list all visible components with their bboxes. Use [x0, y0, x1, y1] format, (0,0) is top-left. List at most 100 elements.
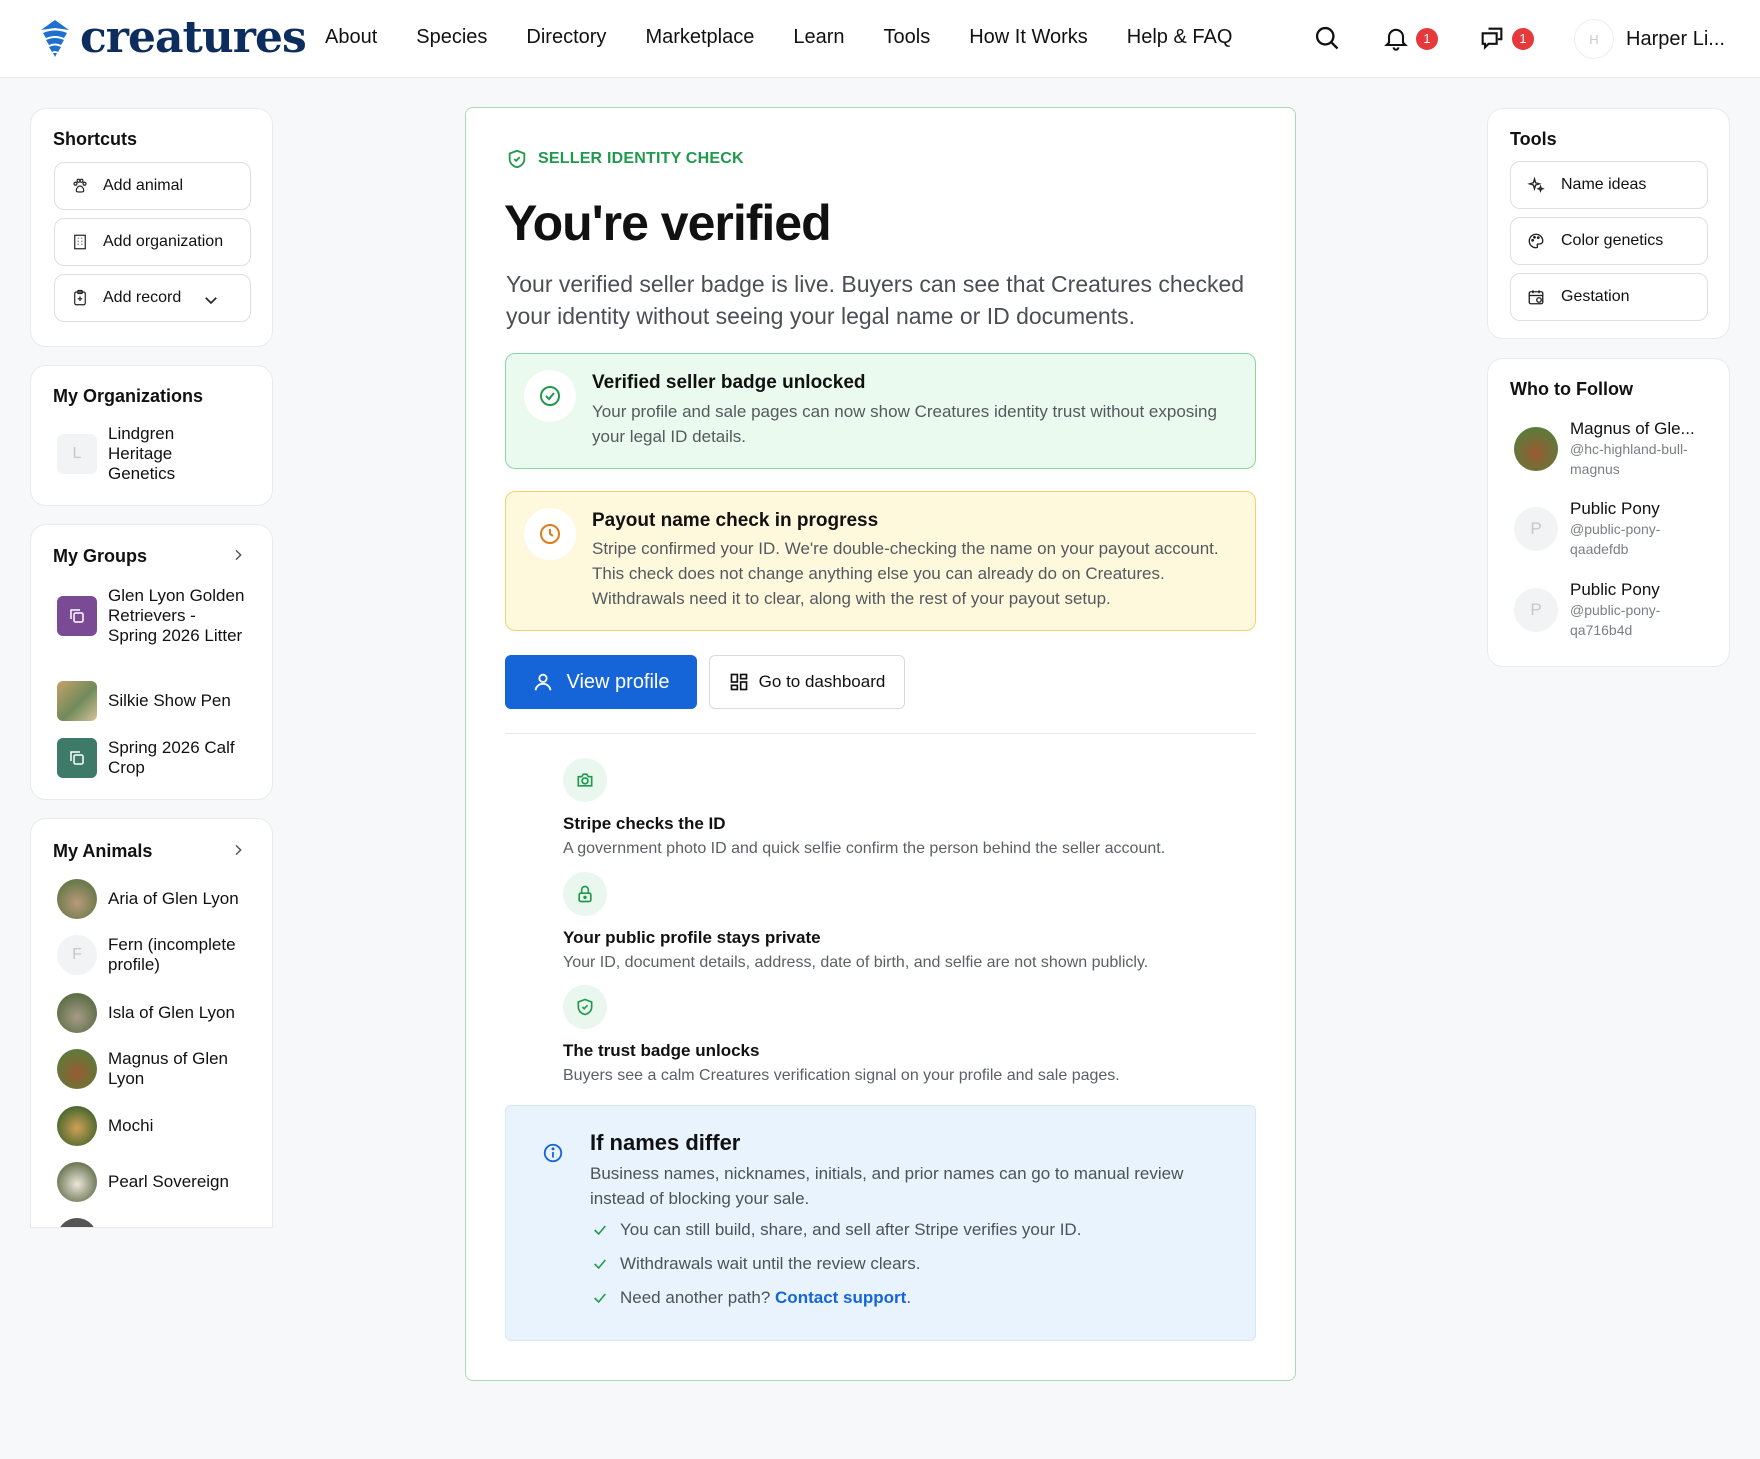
animal-avatar — [57, 1218, 97, 1227]
info-title: If names differ — [590, 1130, 741, 1155]
nav-how-it-works[interactable]: How It Works — [969, 26, 1088, 49]
page-title: You're verified — [504, 195, 832, 251]
follow-avatar: P — [1514, 588, 1558, 632]
pending-body: Stripe confirmed your ID. We're double-c… — [592, 539, 1219, 608]
group-item[interactable]: Spring 2026 Calf Crop — [57, 738, 248, 778]
animals-card: My Animals Aria of Glen Lyon F Fern (inc… — [30, 818, 273, 1228]
name-ideas-button[interactable]: Name ideas — [1510, 161, 1708, 209]
gestation-button[interactable]: Gestation — [1510, 273, 1708, 321]
group-name: Glen Lyon Golden Retrievers - Spring 202… — [108, 586, 245, 645]
nav-about[interactable]: About — [325, 26, 377, 49]
tools-card: Tools Name ideas Color genetics Gestatio… — [1487, 108, 1730, 339]
animal-item[interactable]: Aria of Glen Lyon — [57, 879, 239, 919]
brand-logo[interactable]: creatures — [38, 12, 307, 63]
pending-title: Payout name check in progress — [592, 510, 879, 531]
organizations-card: My Organizations L Lindgren Heritage Gen… — [30, 365, 273, 506]
animal-item[interactable] — [57, 1218, 97, 1227]
step-title: The trust badge unlocks — [563, 1041, 760, 1060]
step-body: Your ID, document details, address, date… — [563, 954, 1149, 971]
animal-name: Fern (incomplete profile) — [108, 935, 236, 974]
color-genetics-button[interactable]: Color genetics — [1510, 217, 1708, 265]
dashboard-icon — [730, 673, 748, 691]
chevron-down-icon[interactable] — [202, 291, 220, 309]
go-to-dashboard-button[interactable]: Go to dashboard — [709, 655, 905, 709]
nav-learn[interactable]: Learn — [793, 26, 844, 49]
org-name: Lindgren Heritage Genetics — [108, 424, 176, 483]
follow-item[interactable]: Magnus of Gle... @hc-highland-bull-magnu… — [1514, 419, 1710, 479]
kicker-label: SELLER IDENTITY CHECK — [538, 150, 744, 167]
add-organization-button[interactable]: Add organization — [54, 218, 251, 266]
contact-support-link[interactable]: Contact support — [775, 1288, 906, 1308]
messages-badge: 1 — [1512, 28, 1534, 50]
bell-icon — [1384, 28, 1408, 51]
user-icon — [535, 673, 552, 691]
follow-text: Public Pony @public-pony-qa716b4d — [1570, 580, 1680, 640]
search-button[interactable] — [1313, 24, 1345, 56]
info-check-text: You can still build, share, and sell aft… — [620, 1220, 1082, 1239]
brand-name: creatures — [80, 12, 307, 63]
animal-item[interactable]: Magnus of Glen Lyon — [57, 1049, 248, 1089]
step-icon-wrap — [563, 872, 607, 916]
clipboard-icon — [74, 289, 86, 306]
step-icon-wrap — [563, 758, 607, 802]
shortcuts-title: Shortcuts — [53, 129, 138, 149]
chevron-right-icon[interactable] — [230, 547, 246, 563]
add-organization-label: Add organization — [103, 233, 224, 250]
follow-name: Public Pony — [1570, 499, 1660, 518]
kicker: SELLER IDENTITY CHECK — [506, 148, 744, 170]
step-body: Buyers see a calm Creatures verification… — [563, 1067, 1120, 1084]
user-menu[interactable]: H Harper Li... — [1574, 19, 1725, 59]
lock-icon — [578, 885, 592, 903]
logo-mark-icon — [41, 19, 69, 57]
nav-help-faq[interactable]: Help & FAQ — [1127, 26, 1233, 49]
animal-item[interactable]: Mochi — [57, 1106, 153, 1146]
animal-avatar — [57, 879, 97, 919]
chevron-right-icon[interactable] — [230, 842, 246, 858]
animal-item[interactable]: Isla of Glen Lyon — [57, 993, 235, 1033]
top-nav: creatures About Species Directory Market… — [0, 0, 1760, 78]
follow-handle: @hc-highland-bull-magnus — [1570, 441, 1688, 477]
animal-item[interactable]: Pearl Sovereign — [57, 1162, 229, 1202]
nav-species[interactable]: Species — [416, 26, 487, 49]
animals-title: My Animals — [53, 841, 153, 861]
info-body: Business names, nicknames, initials, and… — [590, 1164, 1184, 1208]
add-record-button[interactable]: Add record — [54, 274, 251, 322]
notifications-badge: 1 — [1416, 28, 1438, 50]
org-item[interactable]: L Lindgren Heritage Genetics — [57, 424, 228, 484]
follow-item[interactable]: P Public Pony @public-pony-qaadefdb — [1514, 499, 1680, 559]
nav-marketplace[interactable]: Marketplace — [645, 26, 754, 49]
notifications-button[interactable]: 1 — [1382, 24, 1438, 56]
clock-icon — [540, 524, 560, 544]
group-name: Spring 2026 Calf Crop — [108, 738, 235, 777]
group-name: Silkie Show Pen — [108, 691, 231, 710]
add-animal-button[interactable]: Add animal — [54, 162, 251, 210]
group-item[interactable]: Glen Lyon Golden Retrievers - Spring 202… — [57, 586, 248, 646]
info-check-row: You can still build, share, and sell aft… — [592, 1220, 1081, 1240]
group-item[interactable]: Silkie Show Pen — [57, 681, 231, 721]
follow-item[interactable]: P Public Pony @public-pony-qa716b4d — [1514, 580, 1680, 640]
check-icon — [594, 1225, 606, 1236]
messages-button[interactable]: 1 — [1478, 24, 1534, 56]
nav-directory[interactable]: Directory — [526, 26, 606, 49]
animal-item[interactable]: F Fern (incomplete profile) — [57, 935, 248, 975]
check-icon — [594, 1293, 606, 1304]
view-profile-button[interactable]: View profile — [505, 655, 697, 709]
animal-avatar — [57, 993, 97, 1033]
tools-title: Tools — [1510, 129, 1557, 149]
success-body: Your profile and sale pages can now show… — [592, 402, 1217, 446]
color-genetics-label: Color genetics — [1561, 232, 1664, 249]
paw-icon — [73, 178, 87, 193]
shield-icon — [508, 149, 526, 169]
follow-text: Magnus of Gle... @hc-highland-bull-magnu… — [1570, 419, 1710, 479]
support-suffix: . — [906, 1288, 912, 1307]
animal-avatar — [57, 1106, 97, 1146]
follow-name: Public Pony — [1570, 580, 1660, 599]
follow-avatar — [1514, 427, 1558, 471]
step-title: Stripe checks the ID — [563, 814, 726, 833]
step-icon-wrap — [563, 985, 607, 1029]
animal-name: Pearl Sovereign — [108, 1172, 229, 1191]
divider — [505, 733, 1256, 734]
follow-name: Magnus of Gle... — [1570, 419, 1695, 438]
nav-tools[interactable]: Tools — [884, 26, 931, 49]
animal-avatar: F — [57, 935, 97, 975]
